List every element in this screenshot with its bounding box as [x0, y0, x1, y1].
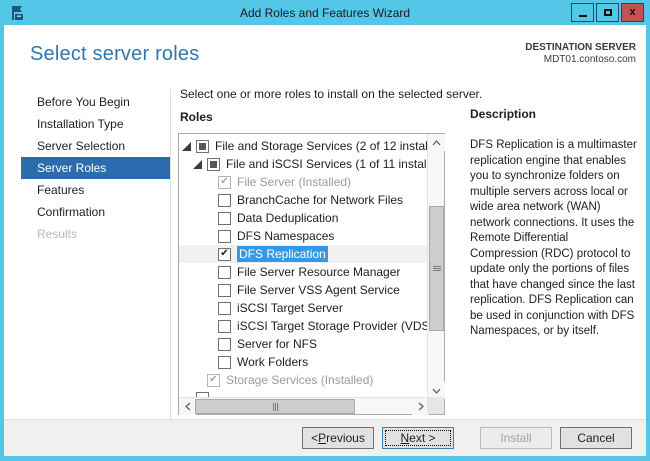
- tree-item-partial[interactable]: [179, 389, 427, 397]
- description-panel: Description DFS Replication is a multima…: [470, 107, 638, 340]
- horizontal-scroll-thumb[interactable]: [195, 399, 355, 414]
- tree-item-dfs-namespaces[interactable]: DFS Namespaces: [179, 227, 427, 245]
- checkbox-indeterminate[interactable]: [196, 140, 209, 153]
- instruction-text: Select one or more roles to install on t…: [180, 87, 482, 101]
- roles-tree: File and Storage Services (2 of 12 insta…: [179, 134, 427, 397]
- maximize-button[interactable]: [596, 3, 619, 22]
- checkbox-checked[interactable]: [218, 248, 231, 261]
- checkbox-indeterminate[interactable]: [207, 158, 220, 171]
- tree-item-label[interactable]: Work Folders: [237, 355, 308, 369]
- wizard-steps-sidebar: Before You BeginInstallation TypeServer …: [21, 91, 170, 245]
- vertical-scroll-thumb[interactable]: [429, 206, 444, 331]
- destination-info: DESTINATION SERVER MDT01.contoso.com: [525, 42, 636, 66]
- tree-item-label[interactable]: File Server (Installed): [237, 175, 351, 189]
- tree-item-file-server-installed[interactable]: File Server (Installed): [179, 173, 427, 191]
- previous-button[interactable]: < Previous: [302, 427, 374, 449]
- thumb-grip-icon: [433, 266, 441, 271]
- checkbox-unchecked[interactable]: [218, 212, 231, 225]
- window-title: Add Roles and Features Wizard: [4, 6, 646, 20]
- tree-item-file-and-iscsi-services-1-of-11-installed[interactable]: File and iSCSI Services (1 of 11 install…: [179, 155, 427, 173]
- tree-item-label[interactable]: File Server VSS Agent Service: [237, 283, 400, 297]
- sidebar-item-installation-type[interactable]: Installation Type: [21, 113, 170, 135]
- destination-server: MDT01.contoso.com: [525, 54, 636, 66]
- sidebar-item-confirmation[interactable]: Confirmation: [21, 201, 170, 223]
- cancel-button[interactable]: Cancel: [560, 427, 632, 449]
- tree-item-label[interactable]: File Server Resource Manager: [237, 265, 400, 279]
- tree-item-label[interactable]: DFS Replication: [237, 246, 328, 262]
- tree-item-file-server-vss-agent-service[interactable]: File Server VSS Agent Service: [179, 281, 427, 299]
- sidebar-item-results: Results: [21, 223, 170, 245]
- install-button: Install: [480, 427, 552, 449]
- tree-item-label[interactable]: DFS Namespaces: [237, 229, 334, 243]
- thumb-grip-icon: [273, 403, 278, 411]
- tree-item-label[interactable]: Server for NFS: [237, 337, 317, 351]
- minimize-button[interactable]: [571, 3, 594, 22]
- checkbox-checked-disabled: [218, 176, 231, 189]
- sidebar-item-before-you-begin[interactable]: Before You Begin: [21, 91, 170, 113]
- chevron-left-icon: [185, 402, 191, 411]
- minimize-icon: [579, 15, 587, 17]
- tree-item-label[interactable]: File and iSCSI Services (1 of 11 install…: [226, 157, 427, 171]
- tree-item-iscsi-target-storage-provider-vds-and-vss[interactable]: iSCSI Target Storage Provider (VDS and V…: [179, 317, 427, 335]
- checkbox-unchecked[interactable]: [218, 356, 231, 369]
- maximize-icon: [604, 9, 612, 16]
- chevron-down-icon: [432, 388, 441, 394]
- description-body: DFS Replication is a multimaster replica…: [470, 138, 638, 340]
- tree-item-work-folders[interactable]: Work Folders: [179, 353, 427, 371]
- sidebar-item-features[interactable]: Features: [21, 179, 170, 201]
- chevron-up-icon: [432, 140, 441, 146]
- page-title: Select server roles: [30, 43, 199, 66]
- tree-expanded-icon[interactable]: [193, 160, 207, 169]
- sidebar-item-server-selection[interactable]: Server Selection: [21, 135, 170, 157]
- tree-expanded-icon[interactable]: [182, 142, 196, 151]
- close-icon: x: [629, 7, 635, 18]
- sidebar-item-server-roles[interactable]: Server Roles: [21, 157, 170, 179]
- tree-item-label[interactable]: BranchCache for Network Files: [237, 193, 403, 207]
- tree-item-server-for-nfs[interactable]: Server for NFS: [179, 335, 427, 353]
- tree-item-label[interactable]: File and Storage Services (2 of 12 insta…: [215, 139, 427, 153]
- checkbox-unchecked[interactable]: [218, 194, 231, 207]
- tree-item-file-and-storage-services-2-of-12-installed[interactable]: File and Storage Services (2 of 12 insta…: [179, 137, 427, 155]
- checkbox-unchecked[interactable]: [218, 230, 231, 243]
- destination-label: DESTINATION SERVER: [525, 42, 636, 54]
- checkbox-unchecked[interactable]: [218, 266, 231, 279]
- sidebar-divider: [170, 89, 171, 419]
- checkbox-unchecked[interactable]: [218, 302, 231, 315]
- tree-item-label[interactable]: Storage Services (Installed): [226, 373, 373, 387]
- checkbox-unchecked[interactable]: [218, 284, 231, 297]
- vertical-scrollbar[interactable]: [427, 134, 444, 399]
- next-button[interactable]: Next >: [382, 427, 454, 449]
- close-button[interactable]: x: [621, 3, 644, 22]
- wizard-footer: < Previous Next > Install Cancel: [4, 419, 646, 456]
- checkbox-unchecked[interactable]: [218, 320, 231, 333]
- scroll-left-button[interactable]: [179, 398, 196, 415]
- tree-item-data-deduplication[interactable]: Data Deduplication: [179, 209, 427, 227]
- tree-item-iscsi-target-server[interactable]: iSCSI Target Server: [179, 299, 427, 317]
- tree-item-label[interactable]: Data Deduplication: [237, 211, 338, 225]
- tree-item-dfs-replication[interactable]: DFS Replication: [179, 245, 427, 263]
- titlebar: Add Roles and Features Wizard x: [4, 0, 646, 25]
- wizard-window: Add Roles and Features Wizard x Select s…: [0, 0, 650, 461]
- tree-item-branchcache-for-network-files[interactable]: BranchCache for Network Files: [179, 191, 427, 209]
- tree-item-storage-services-installed[interactable]: Storage Services (Installed): [179, 371, 427, 389]
- checkbox-unchecked[interactable]: [218, 338, 231, 351]
- scrollbar-corner: [427, 397, 444, 414]
- description-title: Description: [470, 107, 638, 121]
- scroll-up-button[interactable]: [428, 134, 445, 151]
- tree-item-label[interactable]: iSCSI Target Storage Provider (VDS and V…: [237, 319, 427, 333]
- wizard-content: Select server roles DESTINATION SERVER M…: [4, 25, 646, 456]
- checkbox-checked-disabled: [207, 374, 220, 387]
- tree-item-file-server-resource-manager[interactable]: File Server Resource Manager: [179, 263, 427, 281]
- roles-label: Roles: [180, 110, 213, 124]
- roles-listbox: File and Storage Services (2 of 12 insta…: [178, 133, 445, 415]
- chevron-right-icon: [418, 402, 424, 411]
- horizontal-scrollbar[interactable]: [179, 397, 429, 414]
- tree-item-label[interactable]: iSCSI Target Server: [237, 301, 343, 315]
